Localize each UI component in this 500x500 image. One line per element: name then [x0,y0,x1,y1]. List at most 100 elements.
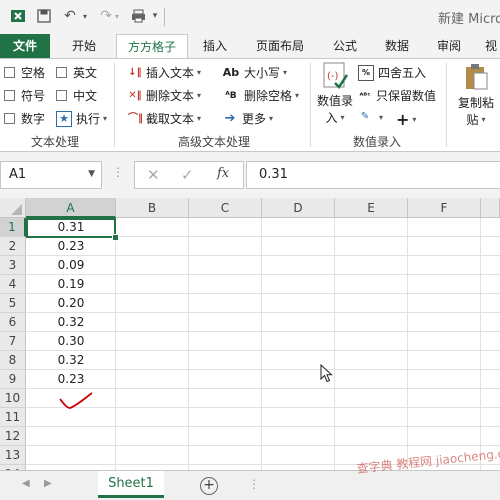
cell-a8[interactable]: 0.32 [26,351,116,370]
save-icon[interactable] [34,6,54,26]
grid-line [26,426,500,427]
case-button[interactable]: Ab 大小写 ▾ [222,64,287,81]
sheet-tab-sheet1[interactable]: Sheet1 [98,471,164,498]
confirm-icon[interactable]: ✓ [181,166,194,184]
tab-page-layout[interactable]: 页面布局 [244,34,316,58]
insert-text-button[interactable]: ↓‖ 插入文本 ▾ [128,64,201,81]
row-header-8[interactable]: 8 [0,351,26,370]
add-sheet-button[interactable]: + [200,477,218,495]
edit-dropdown-button[interactable]: ✎ ▾ [358,110,383,124]
insert-function-icon[interactable]: fx [217,166,229,181]
group-label-number-entry: 数值录入 [352,135,401,149]
tab-formulas[interactable]: 公式 [322,34,368,58]
column-header-c[interactable]: C [189,198,262,218]
clipboard-icon [463,63,489,94]
tab-view[interactable]: 视 [480,34,500,58]
row-header-4[interactable]: 4 [0,275,26,294]
row-header-9[interactable]: 9 [0,370,26,389]
tab-insert[interactable]: 插入 [192,34,238,58]
cancel-icon[interactable]: ✕ [147,166,160,184]
tab-data[interactable]: 数据 [374,34,420,58]
cell-a2[interactable]: 0.23 [26,237,116,256]
redo-dropdown-icon[interactable]: ▾ [112,6,122,26]
cell-a6[interactable]: 0.32 [26,313,116,332]
column-header-a[interactable]: A [26,198,116,218]
tab-review[interactable]: 审阅 [426,34,472,58]
print-icon[interactable] [128,6,148,26]
delete-text-button[interactable]: ✕‖ 删除文本 ▾ [128,87,201,104]
spreadsheet-grid[interactable]: A B C D E F 1 0.31 2 0.23 3 0.09 4 0.19 5 0.20 6 0.32 7 0.3… [0,198,500,484]
insert-text-icon: ↓‖ [128,66,142,78]
row-header-11[interactable]: 11 [0,408,26,427]
active-cell-border [26,218,116,238]
tab-fangfanggezi[interactable]: 方方格子 [116,34,188,58]
cell-a4[interactable]: 0.19 [26,275,116,294]
row-header-3[interactable]: 3 [0,256,26,275]
row-header-2[interactable]: 2 [0,237,26,256]
keep-value-button[interactable]: ᴬᴮᶜ 只保留数值 [358,87,436,104]
more-button[interactable]: ➔ 更多 ▾ [222,110,273,127]
column-header-partial[interactable] [481,198,500,218]
column-header-b[interactable]: B [116,198,189,218]
group-label-advanced-text: 高级文本处理 [177,135,250,149]
execute-button[interactable]: ★ 执行 ▾ [56,110,107,127]
column-header-d[interactable]: D [262,198,335,218]
delete-space-icon: ᴬB [225,90,237,101]
row-header-12[interactable]: 12 [0,427,26,446]
customize-qat-icon[interactable]: ▾ [148,6,162,26]
ribbon-tab-bar: 文件 开始 方方格子 插入 页面布局 公式 数据 审阅 视 [0,34,500,58]
undo-dropdown-icon[interactable]: ▾ [80,6,90,26]
chevron-down-icon: ▾ [481,115,486,124]
keep-value-label: 只保留数值 [376,89,437,103]
group-divider [310,63,311,147]
delete-space-button[interactable]: ᴬB 删除空格 ▾ [222,87,299,104]
row-header-7[interactable]: 7 [0,332,26,351]
checkbox-symbol[interactable]: 符号 [4,87,45,104]
plus-dropdown-button[interactable]: + ▾ [396,110,416,129]
chevron-down-icon: ▾ [340,113,345,122]
row-header-6[interactable]: 6 [0,313,26,332]
extract-text-button[interactable]: ⌒‖ 截取文本 ▾ [128,110,201,127]
copy-paste-label: 复制粘 [457,96,494,110]
sheet-nav-prev-icon[interactable]: ◀ [22,478,30,489]
formula-input[interactable]: 0.31 [246,161,500,189]
column-header-e[interactable]: E [335,198,408,218]
extract-text-label: 截取文本 [146,112,195,126]
copy-paste-button[interactable]: 复制粘 贴 ▾ [452,63,500,133]
cell-a5[interactable]: 0.20 [26,294,116,313]
checkbox-chinese[interactable]: 中文 [56,87,97,104]
cell-a7[interactable]: 0.30 [26,332,116,351]
row-header-1[interactable]: 1 [0,218,26,237]
checkbox-number[interactable]: 数字 [4,110,45,127]
fill-handle[interactable] [112,234,119,241]
resize-handle-icon[interactable]: ⋮ [112,165,124,179]
number-entry-button[interactable]: (-) 数值录 入 ▾ [316,61,354,131]
chevron-down-icon[interactable]: ▼ [88,169,95,179]
undo-icon[interactable]: ↶ [60,6,80,26]
row-header-5[interactable]: 5 [0,294,26,313]
formula-bar: A1 ▼ ⋮ ✕ ✓ fx 0.31 [0,152,500,198]
tab-splitter-icon[interactable]: ⋮ [248,477,260,491]
tab-home[interactable]: 开始 [56,34,112,58]
checkbox-english[interactable]: 英文 [56,64,97,81]
sheet-nav-next-icon[interactable]: ▶ [44,478,52,489]
checkbox-box[interactable] [4,113,15,124]
row-header-13[interactable]: 13 [0,446,26,465]
column-header-f[interactable]: F [408,198,481,218]
select-all-corner[interactable] [0,198,26,218]
checkbox-box[interactable] [4,67,15,78]
cell-a3[interactable]: 0.09 [26,256,116,275]
checkbox-box[interactable] [4,90,15,101]
round-button[interactable]: % 四舍五入 [358,64,426,81]
mouse-cursor-icon [320,364,333,383]
execute-label: 执行 [76,112,101,126]
row-header-10[interactable]: 10 [0,389,26,408]
tab-file[interactable]: 文件 [0,34,50,58]
checkbox-box[interactable] [56,67,67,78]
round-label: 四舍五入 [378,66,427,80]
delete-text-icon: ✕‖ [128,89,142,101]
checkbox-box[interactable] [56,90,67,101]
cell-a9[interactable]: 0.23 [26,370,116,389]
name-box[interactable]: A1 ▼ [0,161,102,189]
checkbox-space[interactable]: 空格 [4,64,45,81]
